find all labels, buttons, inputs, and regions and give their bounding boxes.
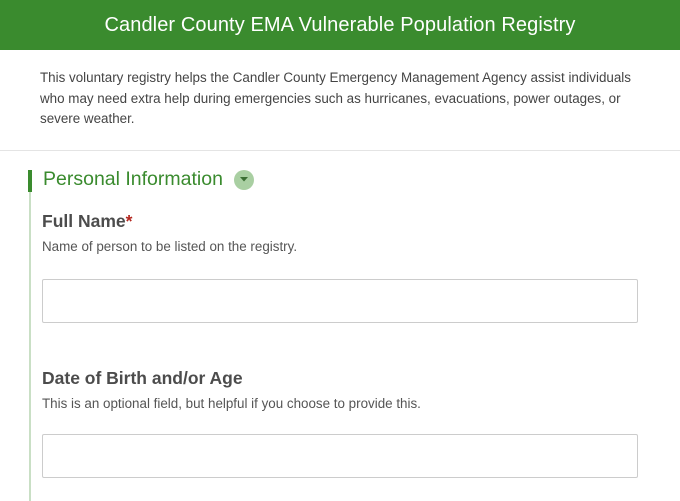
dob-description: This is an optional field, but helpful i…: [42, 396, 421, 411]
section-header-personal-information[interactable]: Personal Information: [43, 168, 254, 191]
section-title: Personal Information: [43, 168, 223, 190]
dob-label: Date of Birth and/or Age: [42, 368, 243, 389]
form-title: Candler County EMA Vulnerable Population…: [104, 13, 576, 36]
chevron-down-icon[interactable]: [233, 169, 254, 190]
full-name-input[interactable]: [42, 279, 638, 323]
dob-label-text: Date of Birth and/or Age: [42, 368, 243, 388]
form-description: This voluntary registry helps the Candle…: [40, 70, 631, 126]
required-marker: *: [125, 211, 133, 231]
full-name-description: Name of person to be listed on the regis…: [42, 239, 298, 254]
section-accent-bar: [28, 170, 32, 192]
full-name-label-text: Full Name: [42, 211, 126, 231]
section-guide-line: [29, 192, 31, 501]
dob-input[interactable]: [42, 434, 638, 478]
divider: [0, 150, 680, 151]
full-name-label: Full Name*: [42, 211, 132, 232]
form-header: Candler County EMA Vulnerable Population…: [0, 0, 680, 50]
